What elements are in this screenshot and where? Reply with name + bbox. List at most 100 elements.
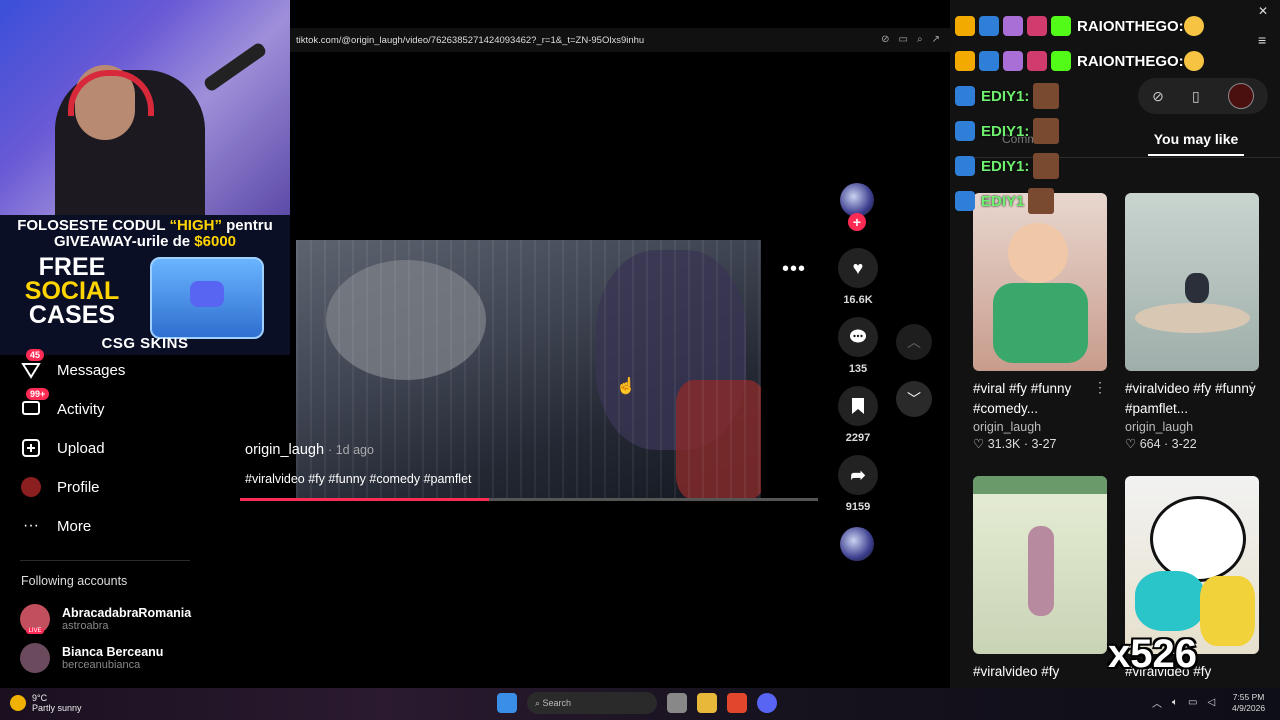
creator-avatar[interactable] (840, 183, 874, 217)
brave-browser-icon[interactable] (727, 693, 747, 713)
zoom-icon[interactable]: ⌕ (917, 34, 923, 45)
heart-outline-icon: ♡ (973, 437, 985, 451)
chat-message: EDIY1: (955, 82, 1060, 110)
comment-action[interactable]: 135 (838, 317, 878, 375)
video-time-ago: 1d ago (335, 443, 374, 457)
card-author[interactable]: origin_laugh (973, 420, 1107, 434)
video-author-name[interactable]: origin_laugh (245, 442, 324, 458)
recommended-video-card[interactable]: #viral #fy #funny #comedy... origin_laug… (973, 193, 1107, 451)
robot-emote-icon (979, 51, 999, 71)
card-more-icon[interactable]: ⋮ (1245, 379, 1259, 396)
meme-emote-icon (1033, 153, 1060, 179)
nav-activity-label: Activity (57, 400, 105, 418)
taskbar-clock[interactable]: 7:55 PM 4/9/2026 (1232, 692, 1265, 714)
video-caption-author[interactable]: origin_laugh · 1d ago (245, 442, 374, 458)
menu-icon[interactable]: ≡ (1258, 32, 1266, 48)
device-icon[interactable]: ▯ (1192, 88, 1200, 105)
share-action[interactable]: ➦ 9159 (838, 455, 878, 513)
avatar: LIVE (20, 604, 50, 634)
comment-icon[interactable] (838, 317, 878, 357)
robot-emote-icon (955, 156, 975, 176)
video-player[interactable] (296, 240, 761, 498)
nav-upload[interactable]: Upload (20, 433, 105, 463)
cases-text: CASES (28, 301, 116, 329)
chevron-down-icon: ﹀ (907, 391, 921, 407)
social-text: SOCIAL (24, 277, 120, 305)
weather-widget[interactable]: 9°C Partly sunny (10, 693, 82, 713)
recommended-video-card[interactable]: #viralvideo #fy (973, 476, 1107, 682)
video-thumbnail[interactable] (973, 476, 1107, 654)
card-title[interactable]: #viralvideo #fy (973, 662, 1107, 682)
robot-emote-icon (955, 86, 975, 106)
seven-tv-emote-icon (1027, 51, 1047, 71)
kick-badge-icon (1051, 51, 1071, 71)
card-more-icon[interactable]: ⋮ (1093, 379, 1107, 396)
weather-temp: 9°C (32, 693, 48, 703)
close-icon[interactable]: ✕ (1258, 4, 1268, 18)
comment-count: 135 (848, 363, 868, 375)
chevron-up-icon[interactable]: ︿ (1152, 695, 1162, 710)
tab-you-may-like[interactable]: You may like (1148, 131, 1244, 147)
share-icon[interactable]: ↗ (932, 34, 940, 45)
nav-activity[interactable]: 99+ Activity (20, 388, 105, 424)
task-view-icon[interactable] (667, 693, 687, 713)
clock-date: 4/9/2026 (1232, 703, 1266, 713)
like-count: 16.6K (843, 294, 873, 306)
music-disc-avatar[interactable] (840, 527, 874, 561)
compass-icon[interactable]: ⊘ (1152, 88, 1164, 105)
share-arrow-icon[interactable]: ➦ (838, 455, 878, 495)
following-account[interactable]: Bianca Berceanu berceanubianca (20, 643, 163, 673)
address-bar-icons: ⊘ ▭ ⌕ ↗ (881, 34, 940, 45)
recommended-video-card[interactable]: #viralvideo #fy #funny #pamflet... origi… (1125, 193, 1259, 451)
discord-icon[interactable] (757, 693, 777, 713)
chat-message: EDIY1: (955, 152, 1060, 180)
robot-emote-icon (955, 121, 975, 141)
bookmark-icon[interactable] (838, 386, 878, 426)
chat-message: RAIONTHEGO: (955, 47, 1208, 75)
follow-plus-icon[interactable]: + (848, 213, 866, 231)
no-tracking-icon[interactable]: ⊘ (881, 34, 889, 45)
nav-profile[interactable]: Profile (20, 472, 100, 502)
video-hashtags[interactable]: #viralvideo #fy #funny #comedy #pamflet (245, 472, 472, 486)
nav-messages[interactable]: 45 Messages (20, 349, 126, 385)
windows-start-icon[interactable] (497, 693, 517, 713)
video-thumbnail[interactable] (1125, 476, 1259, 654)
chat-username: EDIY1: (981, 122, 1030, 140)
speaker-icon[interactable]: 🔈︎ (1172, 697, 1178, 708)
like-action[interactable]: ♥ 16.6K (838, 248, 878, 306)
more-options-icon[interactable]: ••• (782, 258, 806, 281)
card-title[interactable]: #viralvideo #fy #funny #pamflet... (1125, 379, 1259, 419)
video-thumbnail[interactable] (973, 193, 1107, 371)
promo-line1-text: FOLOSESTE CODUL (17, 217, 170, 234)
nav-messages-label: Messages (57, 361, 126, 379)
chat-username: RAIONTHEGO: (1077, 17, 1184, 35)
save-action[interactable]: 2297 (838, 386, 878, 444)
card-date: 3-27 (1031, 437, 1057, 451)
following-account[interactable]: LIVE AbracadabraRomania astroabra (20, 604, 191, 634)
nav-more[interactable]: ··· More (20, 511, 91, 541)
cast-icon[interactable]: ▭ (899, 34, 908, 45)
robot-emote-icon (979, 16, 999, 36)
video-frame-texture (296, 240, 761, 498)
address-bar[interactable]: tiktok.com/@origin_laugh/video/762638527… (290, 28, 950, 52)
volume-icon[interactable]: ◁ (1207, 697, 1215, 708)
heart-icon[interactable]: ♥ (838, 248, 878, 288)
promo-line1-end: pentru (221, 217, 273, 234)
chat-username: EDIY1 (981, 192, 1025, 210)
card-title[interactable]: #viral #fy #funny #comedy... (973, 379, 1107, 419)
file-explorer-icon[interactable] (697, 693, 717, 713)
network-icon[interactable]: ▭ (1188, 697, 1197, 708)
card-author[interactable]: origin_laugh (1125, 420, 1259, 434)
account-avatar[interactable] (1227, 83, 1254, 109)
taskbar-search[interactable]: ⌕ Search (527, 692, 657, 714)
previous-video-button[interactable]: ︿ (896, 324, 932, 360)
card-date: 3-22 (1171, 437, 1197, 451)
discord-icon (190, 281, 224, 307)
meme-emote-icon (1028, 188, 1055, 214)
next-video-button[interactable]: ﹀ (896, 381, 932, 417)
clock-time: 7:55 PM (1232, 692, 1265, 702)
chat-message: EDIY1: (955, 117, 1060, 145)
promo-headline: FOLOSESTE CODUL “HIGH” pentru GIVEAWAY-u… (0, 215, 290, 250)
laughing-emoji-icon (1183, 51, 1204, 71)
video-thumbnail[interactable] (1125, 193, 1259, 371)
